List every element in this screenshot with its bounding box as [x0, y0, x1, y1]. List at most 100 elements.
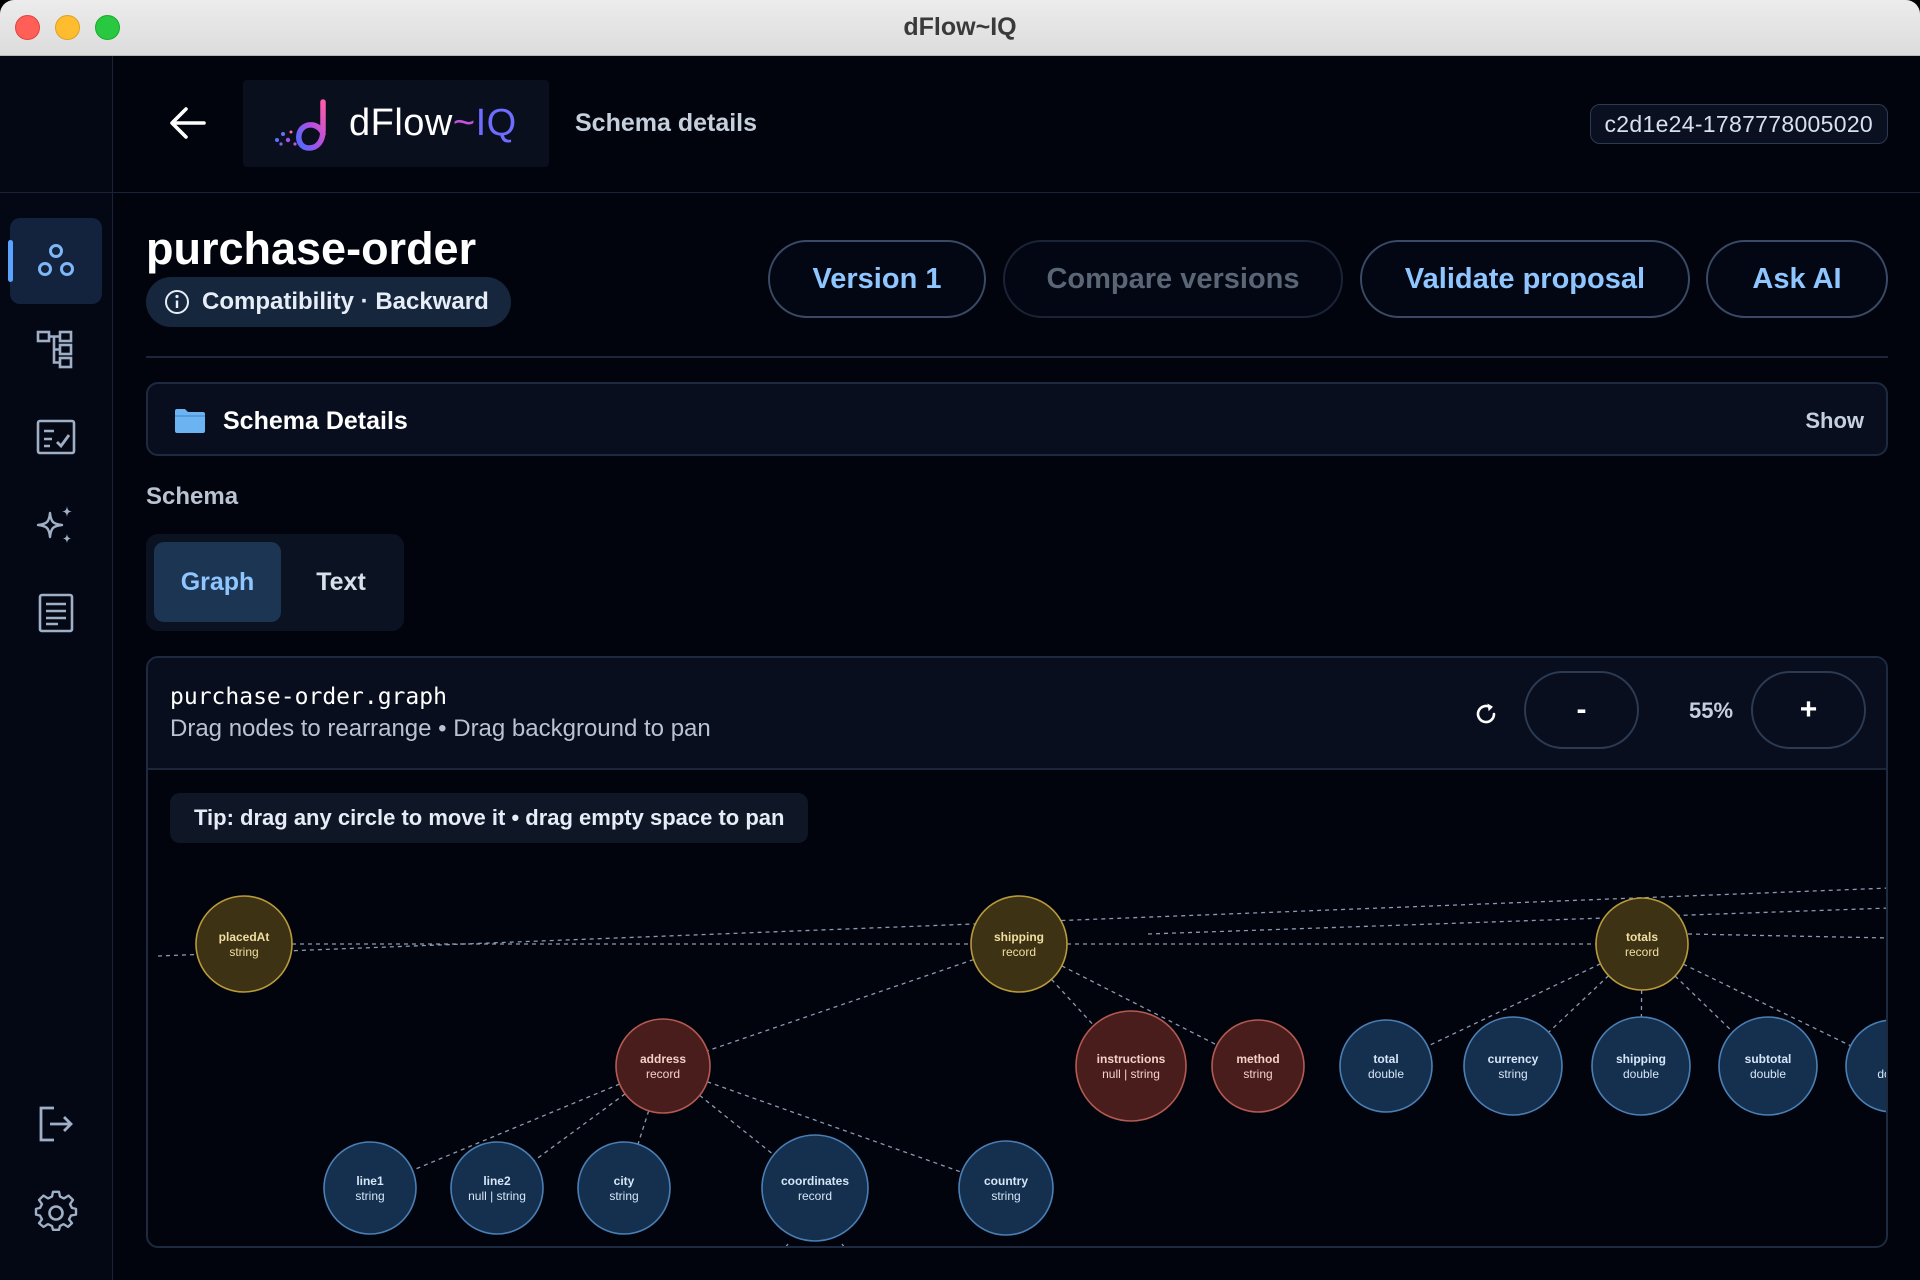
graph-node-type: string	[229, 945, 258, 959]
graph-node-shipping[interactable]: shippingrecord	[970, 895, 1068, 993]
window-titlebar: dFlow~IQ	[0, 0, 1920, 56]
graph-edge	[785, 1243, 789, 1246]
graph-node-type: double	[1623, 1067, 1659, 1081]
sidebar-item-docs[interactable]	[10, 570, 102, 656]
logout-icon	[39, 1106, 73, 1142]
graph-node-label: method	[1236, 1052, 1279, 1066]
graph-node-type: string	[1243, 1067, 1272, 1081]
schema-graph-panel: purchase-order.graph Drag nodes to rearr…	[146, 656, 1888, 1248]
sidebar-item-settings[interactable]	[10, 1169, 102, 1255]
sidebar-header	[0, 56, 113, 193]
graph-node-circle[interactable]	[1591, 1016, 1691, 1116]
zoom-out-button[interactable]: -	[1524, 671, 1639, 749]
graph-node-type: string	[355, 1189, 384, 1203]
graph-edge	[707, 958, 974, 1052]
graph-edge	[637, 1110, 650, 1145]
graph-node-type: do	[1877, 1067, 1888, 1081]
graph-node-address[interactable]: addressrecord	[615, 1018, 711, 1114]
graph-node-line1[interactable]: line1string	[323, 1141, 417, 1235]
schema-details-title: Schema Details	[223, 407, 408, 435]
validate-proposal-button[interactable]: Validate proposal	[1360, 240, 1690, 318]
graph-node-circle[interactable]	[1075, 1010, 1187, 1122]
graph-node-label: placedAt	[219, 930, 270, 944]
schema-id-badge[interactable]: c2d1e24-1787778005020	[1589, 104, 1888, 144]
sidebar-item-ai[interactable]	[10, 482, 102, 568]
graph-node-currency[interactable]: currencystring	[1463, 1016, 1563, 1116]
schema-details-toggle[interactable]: Show	[1805, 408, 1864, 434]
tab-text[interactable]: Text	[286, 542, 396, 622]
graph-node-circle[interactable]	[761, 1134, 869, 1242]
zoom-in-button[interactable]: +	[1751, 671, 1866, 749]
graph-node-type: double	[1750, 1067, 1786, 1081]
graph-edge	[1050, 978, 1095, 1026]
graph-node-city[interactable]: citystring	[577, 1141, 671, 1235]
sidebar-item-logout[interactable]	[10, 1081, 102, 1167]
compare-versions-button[interactable]: Compare versions	[1003, 240, 1343, 318]
graph-node-shippingAmt[interactable]: shippingdouble	[1591, 1016, 1691, 1116]
graph-node-circle[interactable]	[195, 895, 293, 993]
app-root: dFlow~IQ Schema details c2d1e24-17877780…	[0, 56, 1920, 1280]
graph-node-circle[interactable]	[1595, 897, 1689, 991]
compatibility-badge: Compatibility · Backward	[146, 277, 511, 327]
graph-node-label: address	[640, 1052, 686, 1066]
schema-details-accordion[interactable]: Schema Details Show	[146, 382, 1888, 456]
version-button[interactable]: Version 1	[768, 240, 986, 318]
graph-node-label: line2	[483, 1174, 511, 1188]
zoom-level: 55%	[1689, 698, 1734, 723]
graph-node-circle[interactable]	[1211, 1019, 1305, 1113]
graph-node-circle[interactable]	[577, 1141, 671, 1235]
schema-nodes-icon	[38, 244, 74, 276]
graph-node-country[interactable]: countrystring	[958, 1140, 1054, 1236]
graph-node-circle[interactable]	[958, 1140, 1054, 1236]
graph-edge	[1687, 933, 1886, 939]
document-icon	[38, 593, 74, 633]
tab-graph[interactable]: Graph	[154, 542, 281, 622]
ask-ai-button[interactable]: Ask AI	[1706, 240, 1888, 318]
graph-node-label: line1	[356, 1174, 384, 1188]
graph-node-label: coordinates	[781, 1174, 849, 1188]
sidebar-item-topology[interactable]	[10, 306, 102, 392]
compatibility-text: Compatibility · Backward	[202, 288, 489, 315]
graph-node-circle[interactable]	[1339, 1019, 1433, 1113]
graph-node-coordinates[interactable]: coordinatesrecord	[761, 1134, 869, 1242]
graph-edge	[1147, 907, 1886, 935]
graph-node-discount[interactable]: do	[1845, 1019, 1888, 1113]
graph-node-totals[interactable]: totalsrecord	[1595, 897, 1689, 991]
back-button[interactable]	[163, 98, 213, 148]
graph-node-circle[interactable]	[1718, 1016, 1818, 1116]
graph-node-line2[interactable]: line2null | string	[450, 1141, 544, 1235]
graph-node-circle[interactable]	[1845, 1019, 1888, 1113]
hierarchy-icon	[36, 330, 73, 369]
window-title: dFlow~IQ	[903, 13, 1017, 41]
graph-node-circle[interactable]	[970, 895, 1068, 993]
logo-wordmark: dFlow~IQ	[349, 102, 517, 144]
section-divider	[146, 356, 1888, 358]
sidebar-item-schemas[interactable]	[8, 218, 102, 304]
sidebar-item-validations[interactable]	[10, 394, 102, 480]
graph-node-type: record	[646, 1067, 680, 1081]
graph-filename: purchase-order.graph	[170, 684, 447, 710]
graph-node-placedAt[interactable]: placedAtstring	[195, 895, 293, 993]
sidebar	[0, 56, 113, 1280]
graph-node-total[interactable]: totaldouble	[1339, 1019, 1433, 1113]
graph-node-circle[interactable]	[1463, 1016, 1563, 1116]
page-breadcrumb: Schema details	[575, 109, 758, 137]
reset-layout-button[interactable]	[1466, 694, 1506, 734]
graph-node-label: instructions	[1097, 1052, 1166, 1066]
graph-node-circle[interactable]	[450, 1141, 544, 1235]
graph-node-label: shipping	[994, 930, 1044, 944]
graph-edge	[1548, 975, 1610, 1033]
graph-node-label: city	[614, 1174, 635, 1188]
graph-node-type: record	[1625, 945, 1659, 959]
graph-node-subtotal[interactable]: subtotaldouble	[1718, 1016, 1818, 1116]
app-logo: dFlow~IQ	[243, 80, 549, 167]
graph-tip: Tip: drag any circle to move it • drag e…	[170, 793, 809, 843]
graph-node-circle[interactable]	[323, 1141, 417, 1235]
graph-node-instructions[interactable]: instructionsnull | string	[1075, 1010, 1187, 1122]
graph-node-circle[interactable]	[615, 1018, 711, 1114]
graph-node-method[interactable]: methodstring	[1211, 1019, 1305, 1113]
graph-node-label: shipping	[1616, 1052, 1666, 1066]
graph-node-type: null | string	[468, 1189, 526, 1203]
gear-icon	[34, 1190, 78, 1231]
page-title: purchase-order	[146, 223, 477, 274]
